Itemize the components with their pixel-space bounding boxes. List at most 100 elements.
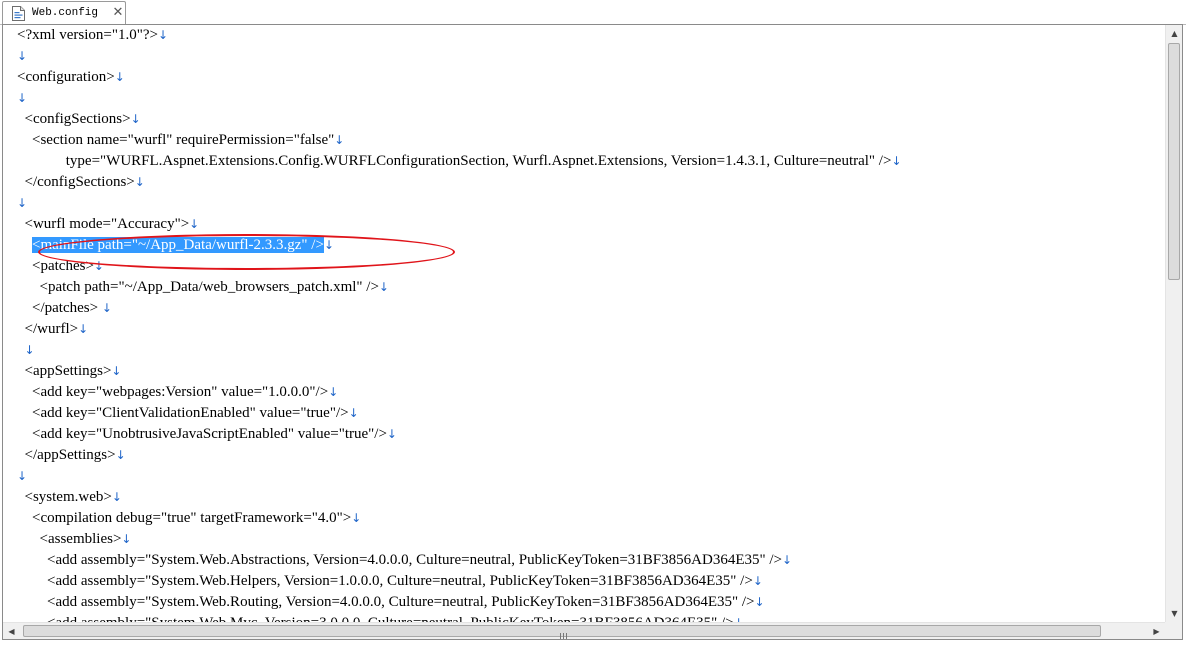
code-text: <add key="ClientValidationEnabled" value… — [17, 405, 349, 421]
line-break-icon: ↓ — [189, 217, 200, 231]
code-text: <configuration> — [17, 69, 115, 85]
code-line[interactable]: <patch path="~/App_Data/web_browsers_pat… — [17, 277, 389, 298]
code-text: <section name="wurfl" requirePermission=… — [17, 132, 335, 148]
line-break-icon: ↓ — [17, 91, 28, 105]
code-text: <add key="UnobtrusiveJavaScriptEnabled" … — [17, 426, 387, 442]
code-line[interactable]: <add key="UnobtrusiveJavaScriptEnabled" … — [17, 424, 397, 445]
document-tab-strip: Web.config ✕ — [0, 0, 1186, 25]
code-text: <?xml version="1.0"?> — [17, 27, 158, 43]
code-line[interactable]: <add assembly="System.Web.Helpers, Versi… — [17, 571, 763, 592]
line-break-icon: ↓ — [351, 511, 362, 525]
line-break-icon: ↓ — [386, 427, 397, 441]
code-line[interactable]: <?xml version="1.0"?>↓ — [17, 25, 168, 46]
code-text: type="WURFL.Aspnet.Extensions.Config.WUR… — [17, 153, 892, 169]
code-line[interactable]: ↓ — [17, 88, 27, 109]
line-break-icon: ↓ — [121, 532, 132, 546]
code-line[interactable]: <add assembly="System.Web.Mvc, Version=3… — [17, 613, 744, 622]
code-text: <system.web> — [17, 489, 112, 505]
code-line[interactable]: <system.web>↓ — [17, 487, 122, 508]
code-text: </patches> — [17, 300, 102, 316]
code-editor[interactable]: <?xml version="1.0"?>↓ ↓ <configuration>↓ ↓… — [2, 24, 1183, 640]
line-break-icon: ↓ — [17, 196, 28, 210]
code-line[interactable]: <compilation debug="true" targetFramewor… — [17, 508, 361, 529]
code-text: <compilation debug="true" targetFramewor… — [17, 510, 352, 526]
code-area[interactable]: <?xml version="1.0"?>↓ ↓ <configuration>↓ ↓… — [3, 25, 1165, 622]
scrollbar-corner — [1165, 622, 1182, 639]
code-line[interactable]: <add assembly="System.Web.Abstractions, … — [17, 550, 792, 571]
code-line[interactable]: </wurfl>↓ — [17, 319, 89, 340]
scroll-down-icon[interactable]: ▼ — [1166, 605, 1182, 622]
code-text: <configSections> — [17, 111, 131, 127]
vertical-scroll-thumb[interactable] — [1168, 43, 1180, 280]
code-line[interactable]: ↓ — [17, 340, 35, 361]
scroll-up-icon[interactable]: ▲ — [1166, 25, 1182, 42]
code-text: <add key="webpages:Version" value="1.0.0… — [17, 384, 329, 400]
code-line[interactable]: <patches>↓ — [17, 256, 104, 277]
code-line[interactable]: <wurfl mode="Accuracy">↓ — [17, 214, 200, 235]
code-text: <wurfl mode="Accuracy"> — [17, 216, 190, 232]
code-text: <patch path="~/App_Data/web_browsers_pat… — [17, 279, 379, 295]
code-text: <patches> — [17, 258, 94, 274]
line-break-icon: ↓ — [378, 280, 389, 294]
code-line[interactable]: </configSections>↓ — [17, 172, 145, 193]
code-line[interactable]: <configSections>↓ — [17, 109, 141, 130]
code-line[interactable]: <add key="ClientValidationEnabled" value… — [17, 403, 359, 424]
code-line[interactable]: <add assembly="System.Web.Routing, Versi… — [17, 592, 765, 613]
line-break-icon: ↓ — [24, 343, 35, 357]
code-text: <add assembly="System.Web.Mvc, Version=3… — [17, 615, 734, 622]
code-line[interactable]: ↓ — [17, 46, 27, 67]
line-break-icon: ↓ — [17, 469, 28, 483]
line-break-icon: ↓ — [17, 49, 28, 63]
code-line[interactable]: </patches> ↓ — [17, 298, 112, 319]
horizontal-scroll-thumb[interactable] — [23, 625, 1101, 639]
scroll-right-icon[interactable]: ▶ — [1148, 623, 1165, 639]
code-text: <appSettings> — [17, 363, 112, 379]
grip-icon — [558, 627, 570, 639]
code-text: <assemblies> — [17, 531, 122, 547]
line-break-icon: ↓ — [134, 175, 145, 189]
line-break-icon: ↓ — [93, 259, 104, 273]
config-file-icon — [12, 6, 25, 21]
tab-web-config[interactable]: Web.config ✕ — [2, 1, 126, 24]
line-break-icon: ↓ — [752, 574, 763, 588]
code-line[interactable]: ↓ — [17, 193, 27, 214]
line-break-icon: ↓ — [111, 364, 122, 378]
line-break-icon: ↓ — [334, 133, 345, 147]
line-break-icon: ↓ — [114, 70, 125, 84]
code-line[interactable]: <section name="wurfl" requirePermission=… — [17, 130, 344, 151]
code-text: </appSettings> — [17, 447, 116, 463]
tab-label: Web.config — [32, 7, 99, 19]
line-break-icon: ↓ — [115, 448, 126, 462]
editor-window: Web.config ✕ <?xml version="1.0"?>↓ ↓ <con… — [0, 0, 1186, 645]
line-break-icon: ↓ — [781, 553, 793, 567]
code-line[interactable]: <mainFile path="~/App_Data/wurfl-2.3.3.g… — [17, 235, 334, 256]
line-break-icon: ↓ — [78, 322, 89, 336]
line-break-icon: ↓ — [157, 28, 168, 42]
line-break-icon: ↓ — [348, 406, 359, 420]
code-line[interactable]: ↓ — [17, 466, 27, 487]
line-break-icon: ↓ — [328, 385, 339, 399]
line-break-icon: ↓ — [323, 238, 334, 252]
line-break-icon: ↓ — [891, 154, 902, 168]
line-break-icon: ↓ — [111, 490, 122, 504]
code-line[interactable]: type="WURFL.Aspnet.Extensions.Config.WUR… — [17, 151, 902, 172]
line-break-icon: ↓ — [101, 301, 112, 315]
line-break-icon: ↓ — [130, 112, 141, 126]
code-line[interactable]: <appSettings>↓ — [17, 361, 122, 382]
line-break-icon: ↓ — [754, 595, 765, 609]
code-line[interactable]: </appSettings>↓ — [17, 445, 126, 466]
code-text: <add assembly="System.Web.Routing, Versi… — [17, 594, 755, 610]
code-text: </wurfl> — [17, 321, 79, 337]
close-icon[interactable]: ✕ — [111, 5, 125, 20]
vertical-scrollbar[interactable]: ▲ ▼ — [1165, 25, 1182, 622]
horizontal-scrollbar[interactable]: ◀ ▶ — [3, 622, 1165, 639]
code-text: <add assembly="System.Web.Helpers, Versi… — [17, 573, 753, 589]
code-line[interactable]: <configuration>↓ — [17, 67, 125, 88]
code-text: </configSections> — [17, 174, 135, 190]
code-text: <add assembly="System.Web.Abstractions, … — [17, 552, 782, 568]
code-line[interactable]: <assemblies>↓ — [17, 529, 132, 550]
code-line[interactable]: <add key="webpages:Version" value="1.0.0… — [17, 382, 338, 403]
scroll-left-icon[interactable]: ◀ — [3, 623, 20, 639]
